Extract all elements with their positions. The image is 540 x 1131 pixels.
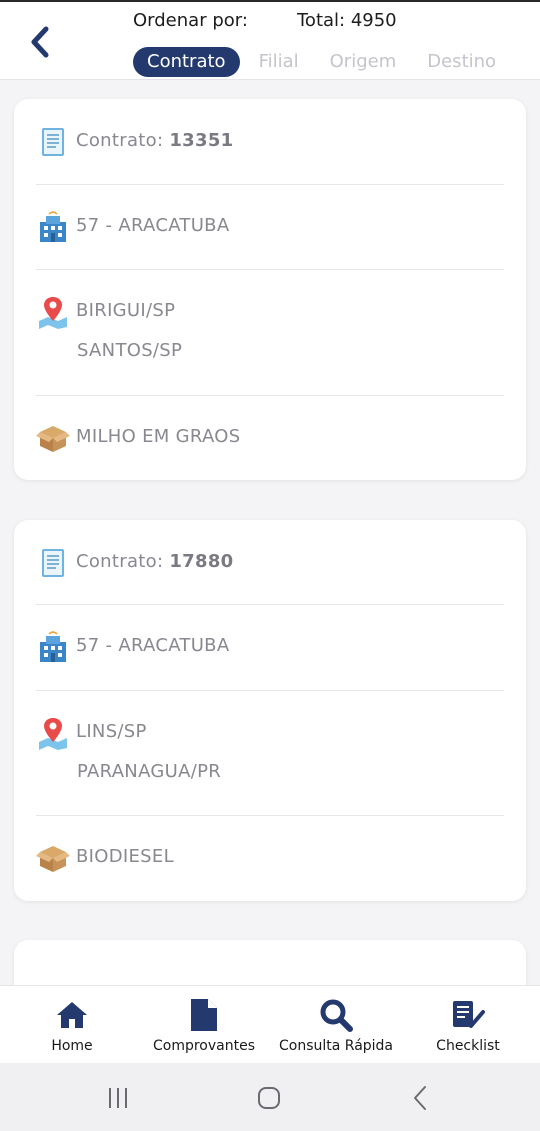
map-pin-icon <box>39 297 67 329</box>
contract-row: Contrato: 13351 <box>36 99 504 185</box>
bottom-navigation: Home Comprovantes Consulta Rápida Checkl… <box>0 985 540 1063</box>
contract-card[interactable]: Contrato: 17880 57 - ARACATUBA LINS/SP P… <box>14 520 526 901</box>
building-icon <box>40 631 66 662</box>
system-navigation-bar <box>0 1063 540 1131</box>
tab-destino[interactable]: Destino <box>427 47 496 77</box>
origin-label: LINS/SP <box>76 721 147 742</box>
sort-label: Ordenar por: <box>133 10 248 31</box>
box-icon <box>36 426 70 452</box>
product-label: BIODIESEL <box>76 846 174 867</box>
nav-home[interactable]: Home <box>36 986 108 1064</box>
home-circle-icon <box>258 1087 280 1109</box>
chevron-left-icon <box>31 26 49 58</box>
back-button[interactable] <box>24 22 56 62</box>
branch-label: 57 - ARACATUBA <box>76 215 230 236</box>
nav-checklist-label: Checklist <box>436 1038 500 1054</box>
nav-consulta-rapida[interactable]: Consulta Rápida <box>276 986 396 1064</box>
contract-number: 13351 <box>169 130 234 151</box>
recent-apps-button[interactable] <box>98 1083 138 1113</box>
product-row: BIODIESEL <box>36 816 504 901</box>
tab-origem[interactable]: Origem <box>330 47 397 77</box>
contract-label: Contrato: 13351 <box>76 130 234 151</box>
nav-checklist[interactable]: Checklist <box>432 986 504 1064</box>
route-row: BIRIGUI/SP SANTOS/SP <box>36 270 504 396</box>
branch-row: 57 - ARACATUBA <box>36 185 504 270</box>
checklist-icon <box>451 998 485 1032</box>
building-icon <box>40 211 66 242</box>
product-label: MILHO EM GRAOS <box>76 426 241 447</box>
document-icon <box>42 549 64 577</box>
route-row: LINS/SP PARANAGUA/PR <box>36 691 504 816</box>
home-icon <box>55 998 89 1032</box>
app-header: Ordenar por: Total: 4950 Contrato Filial… <box>0 0 540 80</box>
back-system-button[interactable] <box>400 1083 440 1113</box>
contract-card[interactable]: Contrato: 13351 57 - ARACATUBA BIRIGUI/S… <box>14 99 526 480</box>
nav-home-label: Home <box>51 1038 93 1054</box>
home-system-button[interactable] <box>249 1083 289 1113</box>
destination-label: PARANAGUA/PR <box>77 761 222 782</box>
contract-number: 17880 <box>169 551 234 572</box>
map-pin-icon <box>39 718 67 750</box>
document-icon <box>42 128 64 156</box>
box-icon <box>36 846 70 872</box>
origin-label: BIRIGUI/SP <box>76 300 176 321</box>
contract-label: Contrato: 17880 <box>76 551 234 572</box>
contract-row: Contrato: 17880 <box>36 520 504 605</box>
back-arrow-icon <box>414 1086 426 1110</box>
sort-tabs: Contrato Filial Origem Destino <box>133 47 496 77</box>
search-icon <box>319 998 353 1032</box>
tab-filial[interactable]: Filial <box>259 47 299 77</box>
product-row: MILHO EM GRAOS <box>36 396 504 480</box>
branch-row: 57 - ARACATUBA <box>36 605 504 691</box>
branch-label: 57 - ARACATUBA <box>76 635 230 656</box>
total-count: Total: 4950 <box>297 10 397 31</box>
tab-contrato[interactable]: Contrato <box>133 47 240 77</box>
document-icon <box>187 998 221 1032</box>
nav-comprovantes[interactable]: Comprovantes <box>150 986 258 1064</box>
nav-comprovantes-label: Comprovantes <box>152 1038 255 1054</box>
recent-apps-icon <box>109 1088 127 1108</box>
nav-consulta-rapida-label: Consulta Rápida <box>278 1038 394 1054</box>
destination-label: SANTOS/SP <box>77 340 183 361</box>
